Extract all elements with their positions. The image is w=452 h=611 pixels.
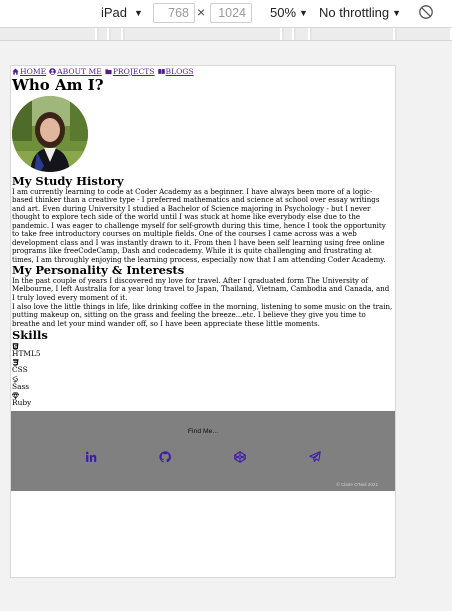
zoom-label: 50% [270,5,297,20]
height-input[interactable]: 1024 [210,3,252,23]
dimension-separator: × [197,4,206,20]
folder-icon [105,69,112,75]
chevron-down-icon: ▼ [134,7,143,18]
book-icon [157,69,165,75]
top-nav: HOME ABOUT ME PROJECTS BLOGS [11,66,395,76]
chevron-down-icon: ▼ [392,7,402,18]
telegram-link[interactable] [309,450,321,463]
skill-label: Sass [12,381,30,391]
study-heading: My Study History [12,174,124,188]
nav-label: ABOUT ME [57,67,102,76]
user-circle-icon [49,68,56,75]
zoom-select[interactable]: 50% ▼ [270,5,308,20]
width-input[interactable]: 768 [153,3,195,23]
skills-section: Skills HTML5 CSS Sass Ruby [11,329,395,408]
nav-label: BLOGS [165,67,194,76]
nav-item-home[interactable]: HOME [12,67,46,76]
find-me-label: Find Me... [187,427,219,435]
home-icon [12,68,19,75]
github-icon [159,451,171,463]
page: HOME ABOUT ME PROJECTS BLOGS Who Am I? M… [11,66,395,491]
throttle-label: No throttling [319,5,390,20]
personality-text-2: I also love the little things in life, l… [12,301,393,328]
nav-item-about[interactable]: ABOUT ME [49,67,102,76]
device-select[interactable]: iPad ▼ [101,5,143,20]
nav-item-blogs[interactable]: BLOGS [157,67,194,76]
study-text: I am currently learning to code at Coder… [12,186,386,264]
device-viewport: HOME ABOUT ME PROJECTS BLOGS Who Am I? M… [10,65,396,578]
linkedin-icon [85,451,97,462]
codepen-icon [234,450,246,463]
linkedin-link[interactable] [85,451,97,463]
skill-item: CSS [11,359,395,375]
media-query-ruler[interactable] [0,27,452,41]
avatar [12,96,88,172]
skill-item: Sass [11,376,395,392]
throttle-select[interactable]: No throttling ▼ [319,5,401,20]
telegram-icon [309,450,321,462]
skill-label: Ruby [12,398,32,408]
codepen-link[interactable] [234,450,246,463]
footer: Find Me... © Claire O'Neil 2021 [11,410,395,491]
skill-item: HTML5 [11,342,395,359]
skill-label: CSS [12,365,28,375]
nav-item-projects[interactable]: PROJECTS [105,67,155,76]
github-link[interactable] [159,451,171,463]
page-title: Who Am I? [12,76,104,94]
chevron-down-icon: ▼ [299,7,308,18]
device-label: iPad [101,5,128,20]
nav-label: PROJECTS [112,67,155,76]
personality-text-1: In the past couple of years I discovered… [12,275,390,303]
rotate-icon[interactable] [418,4,434,20]
nav-label: HOME [20,67,47,76]
skill-label: HTML5 [12,348,41,358]
devtools-toolbar: iPad ▼ 768 × 1024 50% ▼ No throttling ▼ [0,0,452,27]
copyright-text: © Claire O'Neil 2021 [336,481,378,487]
skill-item: Ruby [11,392,395,408]
skills-heading: Skills [12,328,48,343]
